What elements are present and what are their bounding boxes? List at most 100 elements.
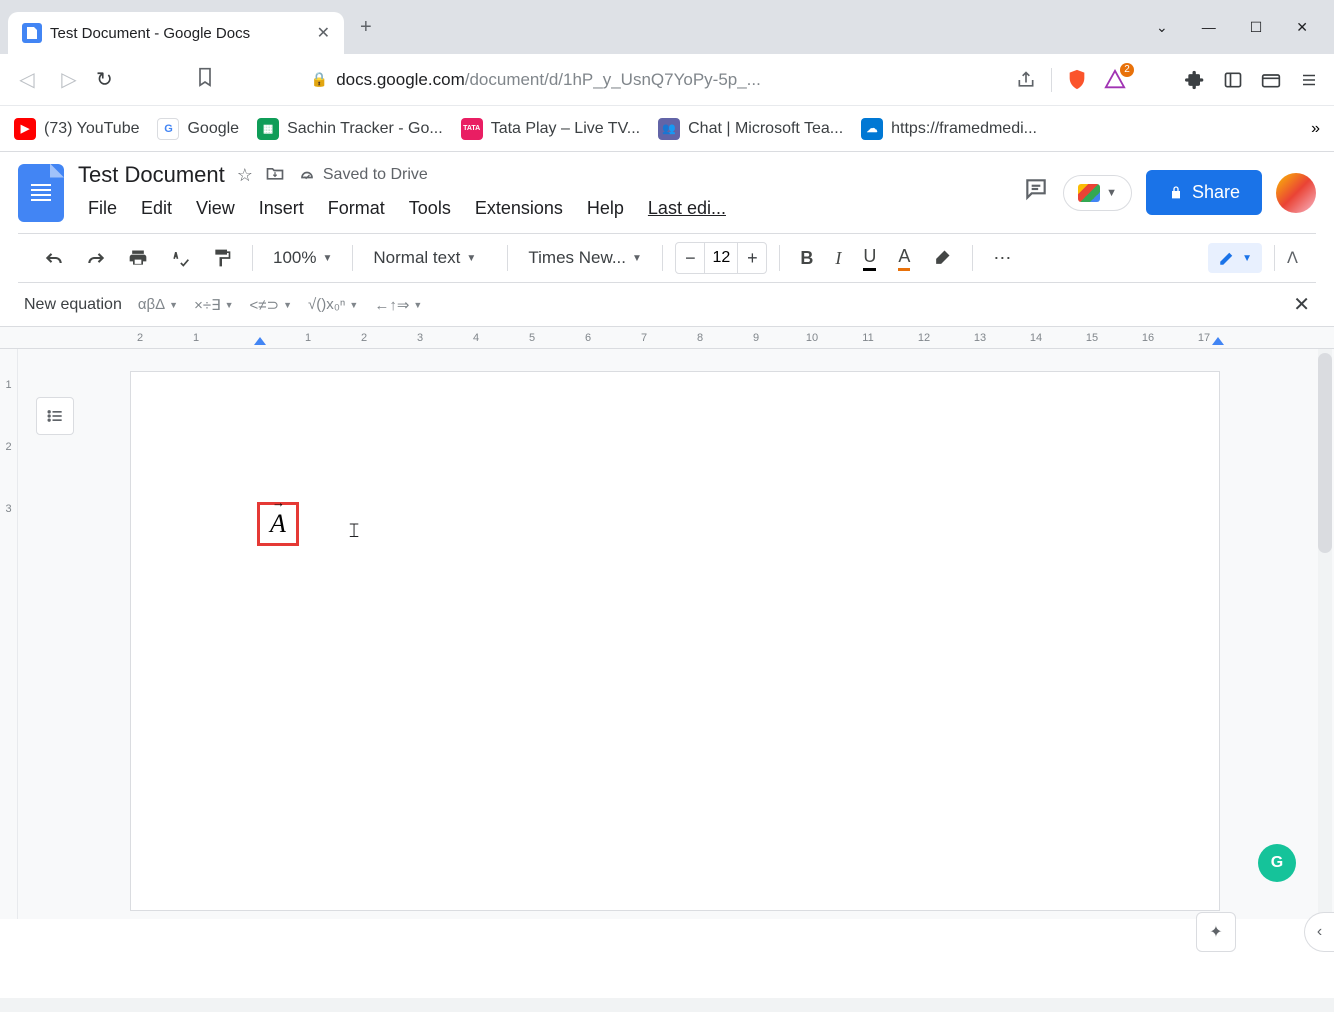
brave-rewards-icon[interactable]: 2 [1102,67,1128,93]
explore-button[interactable]: ✦ [1196,912,1236,952]
font-size-control: − + [675,242,767,274]
browser-menu-icon[interactable] [1296,67,1322,93]
more-button[interactable]: ⋯ [985,242,1019,275]
new-equation-label[interactable]: New equation [24,296,122,314]
meet-button[interactable]: ▼ [1063,175,1132,211]
document-title[interactable]: Test Document [78,162,225,188]
grammarly-icon[interactable]: G [1258,844,1296,882]
move-icon[interactable] [265,164,285,187]
decrease-font-button[interactable]: − [676,243,704,273]
document-area: 1 2 3 A 𝙸 [0,349,1334,919]
underline-button[interactable]: U [855,240,884,277]
comments-icon[interactable] [1023,176,1049,209]
undo-button[interactable] [36,244,72,272]
equation-toolbar: New equation αβΔ ▼ ×÷∃ ▼ <≠⊃ ▼ √()x₀ⁿ ▼ … [0,283,1334,327]
eq-arrows-button[interactable]: ←↑⇒ ▼ [374,296,422,314]
vertical-scrollbar[interactable] [1318,349,1332,919]
meet-icon [1078,184,1100,202]
sidepanel-icon[interactable] [1220,67,1246,93]
maximize-icon[interactable]: ☐ [1242,11,1271,44]
bookmark-sachin[interactable]: ▦ Sachin Tracker - Go... [257,118,443,140]
font-select[interactable]: Times New... ▼ [520,244,650,272]
menu-format[interactable]: Format [318,194,395,223]
user-avatar[interactable] [1276,173,1316,213]
menu-help[interactable]: Help [577,194,634,223]
zoom-select[interactable]: 100% ▼ [265,244,340,272]
menu-tools[interactable]: Tools [399,194,461,223]
highlight-button[interactable] [924,242,960,274]
dropdown-arrow-icon: ▼ [466,253,476,264]
scrollbar-thumb[interactable] [1318,353,1332,553]
eq-relations-button[interactable]: <≠⊃ ▼ [250,296,292,314]
outline-button[interactable] [36,397,74,435]
collapse-toolbar-button[interactable]: ᐱ [1287,248,1298,268]
right-indent-marker[interactable] [1212,337,1224,345]
docs-logo[interactable] [18,164,64,222]
eq-operators-button[interactable]: ×÷∃ ▼ [194,296,233,314]
italic-button[interactable]: I [827,242,849,275]
document-page[interactable]: A 𝙸 [130,371,1220,911]
url-bar[interactable]: 🔒 docs.google.com/document/d/1hP_y_UsnQ7… [297,70,1001,90]
share-url-icon[interactable] [1013,67,1039,93]
bookmark-teams[interactable]: 👥 Chat | Microsoft Tea... [658,118,843,140]
share-button[interactable]: Share [1146,170,1262,215]
paint-format-button[interactable] [204,242,240,274]
tab-title: Test Document - Google Docs [50,25,309,42]
redo-button[interactable] [78,244,114,272]
bookmark-framedmedi[interactable]: ☁ https://framedmedi... [861,118,1037,140]
bookmark-tataplay[interactable]: TATA Tata Play – Live TV... [461,118,640,140]
dropdown-arrow-icon: ▼ [632,253,642,264]
pencil-icon [1218,249,1236,267]
bookmark-youtube[interactable]: ▶ (73) YouTube [14,118,139,140]
increase-font-button[interactable]: + [738,243,766,273]
bold-button[interactable]: B [792,242,821,275]
bookmark-icon[interactable] [195,67,215,92]
close-equation-bar-icon[interactable]: ✕ [1293,292,1310,317]
menu-edit[interactable]: Edit [131,194,182,223]
new-tab-button[interactable]: + [360,16,372,39]
side-panel-toggle[interactable]: ‹ [1304,912,1334,952]
minimize-icon[interactable]: — [1194,11,1224,44]
equation-object[interactable]: A [257,502,299,546]
left-indent-marker[interactable] [254,337,266,345]
extensions-icon[interactable] [1182,67,1208,93]
close-tab-icon[interactable]: ✕ [317,23,330,43]
bookmark-google[interactable]: G Google [157,118,239,140]
eq-greek-button[interactable]: αβΔ ▼ [138,296,178,313]
eq-math-button[interactable]: √()x₀ⁿ ▼ [308,296,358,313]
brave-shield-icon[interactable] [1064,67,1090,93]
horizontal-scrollbar[interactable] [0,998,1334,1012]
close-window-icon[interactable]: ✕ [1288,11,1316,44]
horizontal-ruler[interactable]: 2 1 1 2 3 4 5 6 7 8 9 10 11 12 13 14 15 … [0,327,1334,349]
url-text: docs.google.com/document/d/1hP_y_UsnQ7Yo… [336,70,761,90]
forward-button[interactable]: ▷ [54,67,84,92]
lock-icon: 🔒 [311,71,328,88]
youtube-icon: ▶ [14,118,36,140]
chevron-down-icon[interactable]: ⌄ [1148,11,1176,44]
bookmarks-overflow-icon[interactable]: » [1311,120,1320,138]
wallet-icon[interactable] [1258,67,1284,93]
editing-mode-button[interactable]: ▼ [1208,243,1262,273]
active-tab[interactable]: Test Document - Google Docs ✕ [8,12,344,54]
lock-icon [1168,185,1184,201]
save-status[interactable]: Saved to Drive [297,166,428,184]
back-button[interactable]: ◁ [12,67,42,92]
spellcheck-button[interactable] [162,242,198,274]
vertical-ruler[interactable]: 1 2 3 [0,349,18,919]
tata-icon: TATA [461,118,483,140]
text-color-button[interactable]: A [890,240,918,277]
font-size-input[interactable] [704,243,738,273]
window-controls: ⌄ — ☐ ✕ [1148,11,1334,44]
last-edit-link[interactable]: Last edi... [638,194,736,223]
menu-view[interactable]: View [186,194,245,223]
menu-insert[interactable]: Insert [249,194,314,223]
style-select[interactable]: Normal text ▼ [365,244,495,272]
text-cursor: 𝙸 [347,520,361,543]
print-button[interactable] [120,242,156,274]
equation-content: A [270,509,286,538]
reload-button[interactable]: ↻ [96,67,113,92]
menu-extensions[interactable]: Extensions [465,194,573,223]
star-icon[interactable]: ☆ [237,165,253,186]
menu-file[interactable]: File [78,194,127,223]
docs-favicon [22,23,42,43]
